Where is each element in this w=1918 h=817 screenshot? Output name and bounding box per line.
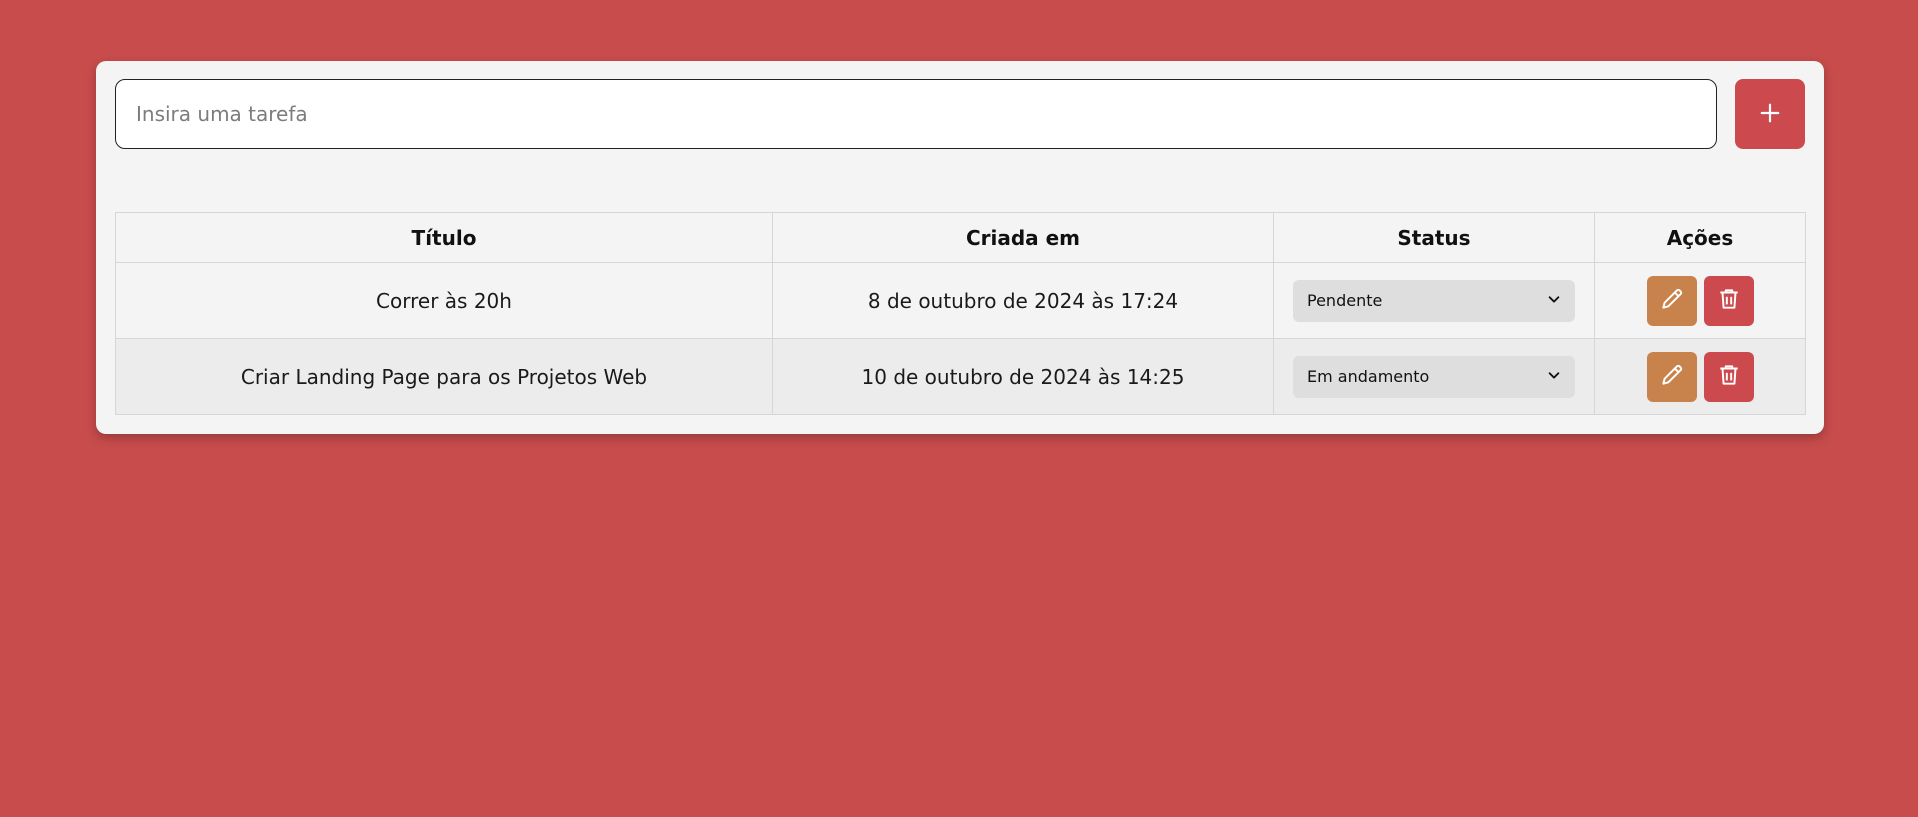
header-title: Título [115,212,773,263]
table-row: Correr às 20h 8 de outubro de 2024 às 17… [115,262,1806,339]
header-status: Status [1273,212,1595,263]
status-select[interactable]: Pendente [1293,279,1575,322]
status-cell: Em andamento [1273,338,1595,415]
tasks-table: Título Criada em Status Ações Correr às … [115,212,1806,415]
status-cell: Pendente [1273,262,1595,339]
trash-icon [1716,286,1742,315]
task-input[interactable] [115,79,1717,149]
trash-icon [1716,362,1742,391]
delete-button[interactable] [1703,351,1754,402]
edit-button[interactable] [1646,275,1697,326]
add-task-button[interactable] [1735,79,1805,149]
table-row: Criar Landing Page para os Projetos Web … [115,338,1806,415]
plus-icon [1759,102,1781,127]
task-created: 10 de outubro de 2024 às 14:25 [772,338,1274,415]
task-created: 8 de outubro de 2024 às 17:24 [772,262,1274,339]
task-title: Correr às 20h [115,262,773,339]
status-value: Em andamento [1307,367,1430,386]
pencil-icon [1659,362,1685,391]
header-created: Criada em [772,212,1274,263]
status-select[interactable]: Em andamento [1293,355,1575,398]
status-value: Pendente [1307,291,1383,310]
task-title: Criar Landing Page para os Projetos Web [115,338,773,415]
header-actions: Ações [1594,212,1806,263]
chevron-down-icon [1547,367,1561,386]
task-card: Título Criada em Status Ações Correr às … [96,61,1824,434]
edit-button[interactable] [1646,351,1697,402]
table-header-row: Título Criada em Status Ações [115,212,1806,263]
pencil-icon [1659,286,1685,315]
delete-button[interactable] [1703,275,1754,326]
actions-cell [1594,262,1806,339]
actions-cell [1594,338,1806,415]
chevron-down-icon [1547,291,1561,310]
